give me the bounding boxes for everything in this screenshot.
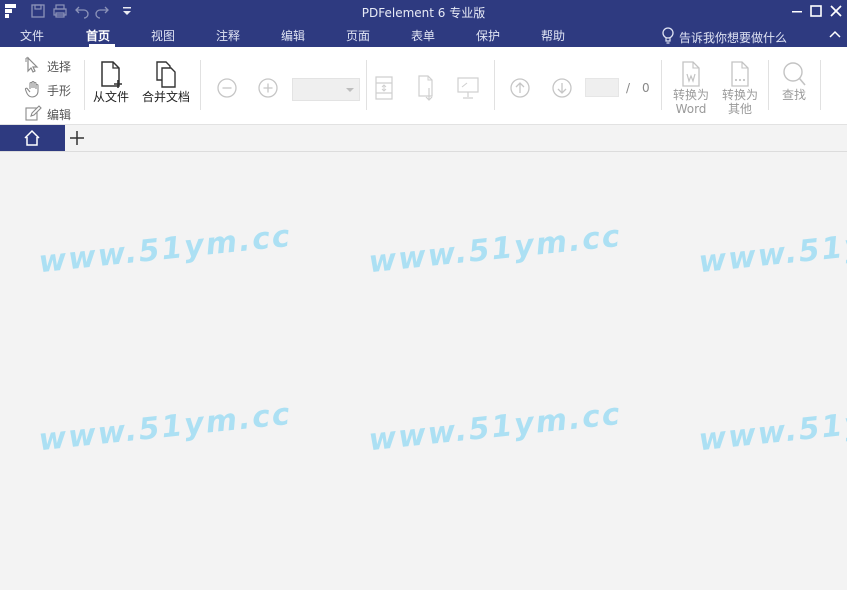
from-file-button[interactable]: 从文件 bbox=[90, 60, 132, 104]
ribbon-separator bbox=[820, 60, 821, 110]
search-icon bbox=[783, 62, 806, 86]
find-label: 查找 bbox=[781, 88, 806, 102]
add-tab-icon[interactable] bbox=[68, 129, 86, 147]
chevron-down-icon bbox=[346, 88, 354, 92]
page-separator: / bbox=[626, 81, 631, 95]
menu-help[interactable]: 帮助 bbox=[541, 27, 565, 44]
home-tab[interactable] bbox=[0, 125, 65, 151]
home-icon bbox=[24, 129, 40, 146]
ribbon-separator bbox=[84, 60, 85, 110]
minimize-icon[interactable] bbox=[788, 2, 806, 20]
combine-files-icon bbox=[156, 61, 176, 88]
cursor-arrow-icon bbox=[25, 56, 39, 73]
watermark-text: www.51ym.cc bbox=[36, 218, 294, 281]
watermark-text: www.51ym.cc bbox=[36, 396, 294, 459]
slideshow-icon[interactable] bbox=[455, 75, 481, 101]
previous-page-icon[interactable] bbox=[509, 77, 531, 99]
fit-width-icon[interactable] bbox=[415, 74, 439, 102]
menu-protect[interactable]: 保护 bbox=[476, 27, 500, 44]
edit-pencil-icon bbox=[25, 105, 42, 121]
watermark-text: www.51ym.cc bbox=[366, 396, 624, 459]
new-file-icon bbox=[101, 61, 122, 88]
ribbon-separator bbox=[494, 60, 495, 110]
zoom-level-select[interactable] bbox=[292, 78, 360, 101]
to-other-label-1: 转换为 bbox=[721, 88, 758, 102]
fit-page-icon[interactable] bbox=[373, 75, 395, 101]
menu-edit[interactable]: 编辑 bbox=[281, 27, 305, 44]
find-button[interactable]: 查找 bbox=[774, 60, 814, 102]
word-file-icon bbox=[682, 61, 700, 87]
menu-view[interactable]: 视图 bbox=[151, 27, 175, 44]
convert-to-word-button[interactable]: 转换为 Word bbox=[668, 60, 714, 116]
hand-label: 手形 bbox=[47, 84, 72, 98]
page-number-input[interactable] bbox=[585, 78, 619, 97]
window-title: PDFelement 6 专业版 bbox=[361, 6, 486, 20]
to-word-label-1: 转换为 bbox=[672, 88, 709, 102]
close-icon[interactable] bbox=[827, 2, 845, 20]
watermark-text: www.51ym.cc bbox=[696, 218, 847, 281]
tell-me-text: 告诉我你想要做什么 bbox=[679, 31, 788, 45]
maximize-icon[interactable] bbox=[807, 2, 825, 20]
ribbon-separator bbox=[768, 60, 769, 110]
title-bar: PDFelement 6 专业版 bbox=[0, 0, 847, 22]
ribbon-separator bbox=[366, 60, 367, 110]
hand-icon bbox=[24, 80, 39, 98]
combine-files-button[interactable]: 合并文档 bbox=[140, 60, 192, 104]
menu-file[interactable]: 文件 bbox=[20, 27, 44, 44]
ribbon-separator bbox=[661, 60, 662, 110]
workspace: www.51ym.cc www.51ym.cc www.51ym.cc www.… bbox=[0, 152, 847, 590]
from-file-label: 从文件 bbox=[92, 90, 129, 104]
select-label: 选择 bbox=[47, 60, 72, 74]
watermark-text: www.51ym.cc bbox=[366, 218, 624, 281]
collapse-ribbon-icon[interactable] bbox=[828, 28, 842, 42]
page-total: 0 bbox=[642, 81, 650, 95]
next-page-icon[interactable] bbox=[551, 77, 573, 99]
other-format-icon bbox=[731, 61, 749, 87]
menu-page[interactable]: 页面 bbox=[346, 27, 370, 44]
edit-label: 编辑 bbox=[47, 108, 72, 122]
to-word-label-2: Word bbox=[675, 102, 707, 116]
lightbulb-icon bbox=[662, 27, 674, 44]
convert-to-other-button[interactable]: 转换为 其他 bbox=[717, 60, 763, 116]
watermark-text: www.51ym.cc bbox=[696, 396, 847, 459]
combine-label: 合并文档 bbox=[141, 90, 190, 104]
ribbon-separator bbox=[200, 60, 201, 110]
document-tab-strip bbox=[0, 125, 847, 152]
menu-form[interactable]: 表单 bbox=[411, 27, 435, 44]
to-other-label-2: 其他 bbox=[727, 102, 752, 116]
menu-comment[interactable]: 注释 bbox=[216, 27, 240, 44]
zoom-out-icon[interactable] bbox=[216, 77, 238, 99]
zoom-in-icon[interactable] bbox=[257, 77, 279, 99]
menu-home[interactable]: 首页 bbox=[86, 27, 110, 44]
